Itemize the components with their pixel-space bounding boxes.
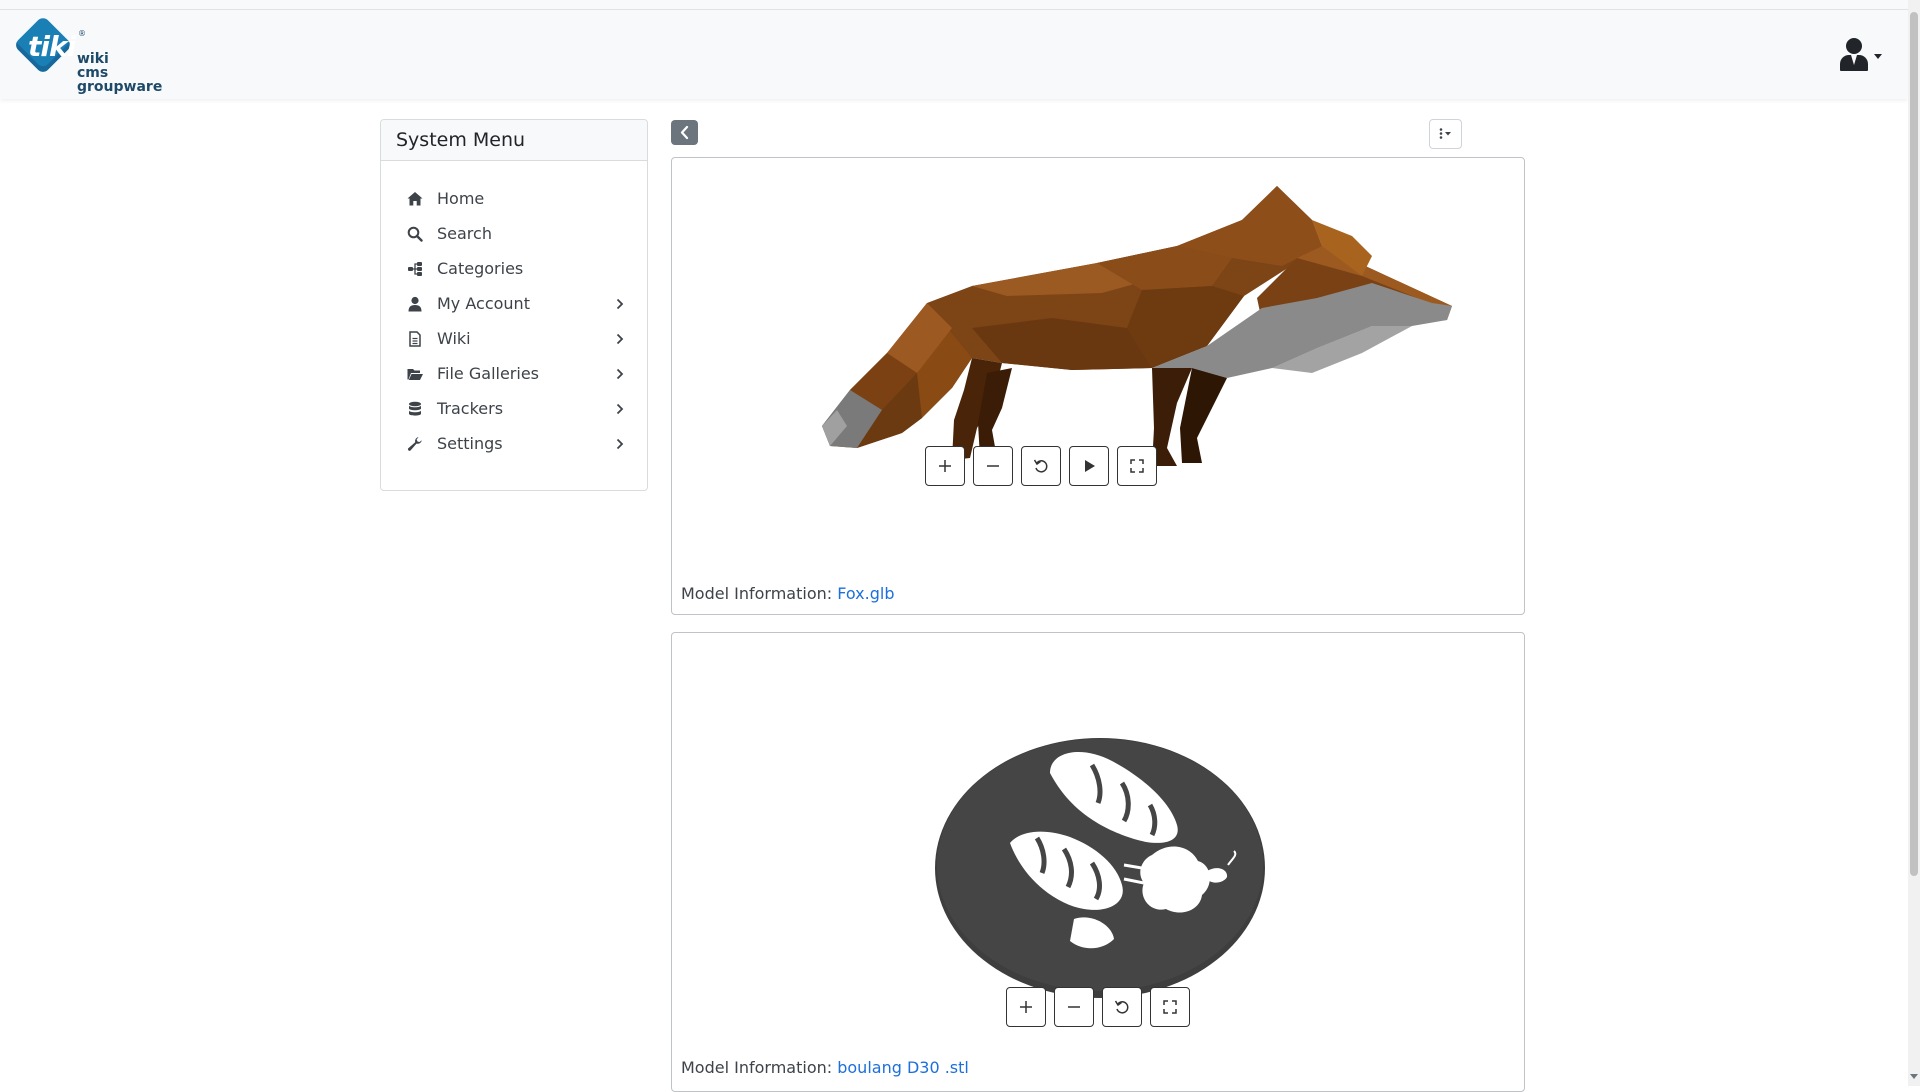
logo-main-text: tiki <box>28 30 76 63</box>
ellipsis-vertical-caret-icon <box>1439 128 1451 139</box>
chevron-right-icon <box>616 438 624 450</box>
menu-label-my-account: My Account <box>437 294 530 313</box>
minus-icon <box>1068 1006 1080 1008</box>
stencil-viewer-controls <box>1006 987 1190 1027</box>
model-info-label: Model Information: <box>681 1058 833 1077</box>
user-menu-dropdown[interactable] <box>1836 34 1884 74</box>
menu-label-file-galleries: File Galleries <box>437 364 539 383</box>
site-header: tiki ® wiki cms groupware <box>0 10 1908 99</box>
caret-down-icon <box>1874 54 1882 59</box>
menu-item-wiki[interactable]: Wiki <box>381 323 647 358</box>
zoom-out-button[interactable] <box>1054 987 1094 1027</box>
menu-item-settings[interactable]: Settings <box>381 428 647 463</box>
top-strip <box>0 0 1908 10</box>
menu-label-trackers: Trackers <box>437 399 504 418</box>
tiki-logo[interactable]: tiki ® wiki cms groupware <box>13 15 164 96</box>
folder-open-icon <box>407 369 423 380</box>
logo-line-wiki: wiki <box>77 51 109 67</box>
zoom-in-button[interactable] <box>925 446 965 486</box>
rotate-left-icon <box>1033 459 1048 473</box>
plus-icon <box>1020 1001 1032 1013</box>
fullscreen-button[interactable] <box>1117 446 1157 486</box>
model-info-label: Model Information: <box>681 584 833 603</box>
menu-label-categories: Categories <box>437 259 524 278</box>
menu-label-wiki: Wiki <box>437 329 471 348</box>
model-information: Model Information: Fox.glb <box>681 584 894 603</box>
plus-icon <box>939 460 951 472</box>
reset-view-button[interactable] <box>1021 446 1061 486</box>
logo-line-groupware: groupware <box>77 79 163 95</box>
model-viewer-stencil[interactable]: Model Information: boulang D30 .stl <box>671 632 1525 1092</box>
model-file-link[interactable]: boulang D30 .stl <box>837 1058 969 1077</box>
scroll-down-arrow-icon[interactable] <box>1910 1074 1918 1079</box>
user-tie-icon <box>1846 38 1862 54</box>
logo-subtitle: wiki cms groupware <box>77 52 162 94</box>
chevron-right-icon <box>616 368 624 380</box>
model-file-link[interactable]: Fox.glb <box>837 584 894 603</box>
scrollbar-thumb[interactable] <box>1910 12 1918 876</box>
home-icon <box>407 192 423 206</box>
file-text-icon <box>409 331 421 347</box>
system-menu-list: Home Search Categories My Account Wiki F… <box>381 161 647 463</box>
menu-label-search: Search <box>437 224 492 243</box>
fullscreen-button[interactable] <box>1150 987 1190 1027</box>
logo-line-cms: cms <box>77 65 109 81</box>
toggle-left-column-button[interactable] <box>671 120 698 145</box>
wrench-icon <box>407 437 422 451</box>
page-scrollbar[interactable] <box>1908 0 1920 1086</box>
zoom-out-button[interactable] <box>973 446 1013 486</box>
stencil-3d-model[interactable] <box>672 633 1524 1013</box>
user-tie-icon-tie <box>1851 55 1857 65</box>
system-menu-title: System Menu <box>381 120 647 161</box>
rotate-left-icon <box>1114 1000 1129 1014</box>
menu-item-my-account[interactable]: My Account <box>381 288 647 323</box>
menu-item-search[interactable]: Search <box>381 218 647 253</box>
fox-viewer-controls <box>925 446 1157 486</box>
minus-icon <box>987 465 999 467</box>
logo-registered-mark: ® <box>78 29 86 38</box>
fullscreen-icon <box>1163 1000 1177 1014</box>
fox-3d-model[interactable] <box>672 158 1524 558</box>
page-options-button[interactable] <box>1429 119 1462 149</box>
database-icon <box>409 401 421 416</box>
system-menu-module: System Menu Home Search Categories My Ac… <box>380 119 648 491</box>
model-viewer-fox[interactable]: Model Information: Fox.glb <box>671 157 1525 615</box>
chevron-right-icon <box>616 403 624 415</box>
menu-label-settings: Settings <box>437 434 503 453</box>
model-information: Model Information: boulang D30 .stl <box>681 1058 969 1077</box>
zoom-in-button[interactable] <box>1006 987 1046 1027</box>
sitemap-icon <box>408 262 422 276</box>
reset-view-button[interactable] <box>1102 987 1142 1027</box>
menu-item-file-galleries[interactable]: File Galleries <box>381 358 647 393</box>
menu-item-trackers[interactable]: Trackers <box>381 393 647 428</box>
user-icon <box>408 296 422 312</box>
play-animation-button[interactable] <box>1069 446 1109 486</box>
search-icon <box>407 226 423 242</box>
play-icon <box>1085 460 1095 472</box>
menu-label-home: Home <box>437 189 485 208</box>
chevron-right-icon <box>616 298 624 310</box>
menu-item-home[interactable]: Home <box>381 183 647 218</box>
menu-item-categories[interactable]: Categories <box>381 253 647 288</box>
chevron-left-icon <box>680 125 689 140</box>
chevron-right-icon <box>616 333 624 345</box>
fullscreen-icon <box>1130 459 1144 473</box>
